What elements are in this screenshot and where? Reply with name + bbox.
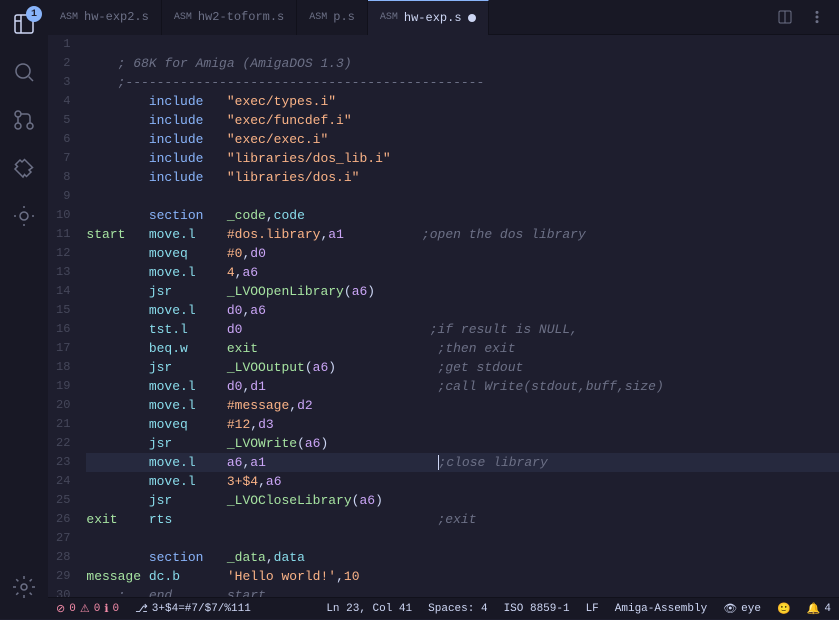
status-feedback[interactable]: 🙂 [769, 598, 799, 620]
eol-text: LF [586, 603, 599, 615]
code-line-25: jsr _LVOCloseLibrary(a6) [86, 491, 839, 510]
code-line-28: section _data,data [86, 548, 839, 567]
code-line-9 [86, 187, 839, 206]
status-language[interactable]: Amiga-Assembly [607, 598, 715, 620]
code-line-14: jsr _LVOOpenLibrary(a6) [86, 282, 839, 301]
code-line-26: exit rts ;exit [86, 510, 839, 529]
code-line-1 [86, 35, 839, 54]
code-line-5: include "exec/funcdef.i" [86, 111, 839, 130]
code-line-29: message dc.b 'Hello world!',10 [86, 567, 839, 586]
status-bell[interactable]: 🔔 4 [799, 598, 839, 620]
encoding-text: ISO 8859-1 [504, 603, 570, 615]
code-line-8: include "libraries/dos.i" [86, 168, 839, 187]
code-line-11: start move.l #dos.library,a1 ;open the d… [86, 225, 839, 244]
tab-lang-hw-exp2: ASM [60, 12, 78, 23]
status-git[interactable]: ⎇ 3+$4=#7/$7/%111 [127, 598, 259, 620]
tab-ps[interactable]: ASM p.s [297, 0, 368, 35]
tab-modified-indicator [468, 14, 476, 22]
code-line-15: move.l d0,a6 [86, 301, 839, 320]
status-eye[interactable]: 👁 eye [715, 598, 769, 620]
status-errors[interactable]: ⊘ 0 ⚠ 0 ℹ 0 [48, 598, 127, 620]
code-line-12: moveq #0,d0 [86, 244, 839, 263]
activity-extensions[interactable] [0, 144, 48, 192]
error-count: 0 [69, 603, 76, 615]
split-editor-button[interactable] [771, 3, 799, 31]
tab-actions [771, 3, 839, 31]
warning-count: 0 [94, 603, 101, 615]
code-line-2: ; 68K for Amiga (AmigaDOS 1.3) [86, 54, 839, 73]
code-line-18: jsr _LVOOutput(a6) ;get stdout [86, 358, 839, 377]
editor-area: 1 2 3 4 5 6 7 8 9 10 11 12 13 14 15 16 1… [48, 35, 839, 597]
git-branch: 3+$4=#7/$7/%111 [152, 603, 251, 615]
code-line-23: move.l a6,a1 ;close library [86, 453, 839, 472]
eye-icon: 👁 [723, 602, 737, 616]
status-bar: ⊘ 0 ⚠ 0 ℹ 0 ⎇ 3+$4=#7/$7/%111 Ln 23, Col… [48, 597, 839, 619]
tab-hw-exp[interactable]: ASM hw-exp.s [368, 0, 489, 35]
code-line-16: tst.l d0 ;if result is NULL, [86, 320, 839, 339]
tab-hw-exp2[interactable]: ASM hw-exp2.s [48, 0, 162, 35]
main-layout: ASM hw-exp2.s ASM hw2-toform.s ASM p.s A… [48, 0, 839, 619]
feedback-icon: 🙂 [777, 602, 791, 616]
position-text: Ln 23, Col 41 [326, 603, 412, 615]
tab-label-ps: p.s [333, 10, 355, 24]
bell-count: 4 [824, 603, 831, 615]
status-encoding[interactable]: ISO 8859-1 [496, 598, 578, 620]
tab-label-hw2-toform: hw2-toform.s [198, 10, 284, 24]
code-line-22: jsr _LVOWrite(a6) [86, 434, 839, 453]
status-position[interactable]: Ln 23, Col 41 [318, 598, 420, 620]
code-line-3: ;---------------------------------------… [86, 73, 839, 92]
code-line-6: include "exec/exec.i" [86, 130, 839, 149]
more-actions-button[interactable] [803, 3, 831, 31]
status-right: Ln 23, Col 41 Spaces: 4 ISO 8859-1 LF Am… [318, 598, 839, 620]
activity-settings[interactable] [0, 563, 48, 611]
status-left: ⊘ 0 ⚠ 0 ℹ 0 ⎇ 3+$4=#7/$7/%111 [48, 598, 259, 620]
code-line-19: move.l d0,d1 ;call Write(stdout,buff,siz… [86, 377, 839, 396]
tab-lang-hw2-toform: ASM [174, 12, 192, 23]
explorer-badge: 1 [26, 6, 42, 22]
code-line-13: move.l 4,a6 [86, 263, 839, 282]
code-line-7: include "libraries/dos_lib.i" [86, 149, 839, 168]
tab-label-hw-exp: hw-exp.s [404, 11, 462, 25]
code-line-24: move.l 3+$4,a6 [86, 472, 839, 491]
activity-bar: 1 [0, 0, 48, 619]
code-line-30: ; end start [86, 586, 839, 597]
status-eol[interactable]: LF [578, 598, 607, 620]
tab-lang-ps: ASM [309, 12, 327, 23]
git-icon: ⎇ [135, 602, 148, 616]
code-line-4: include "exec/types.i" [86, 92, 839, 111]
warning-icon: ⚠ [80, 602, 90, 616]
tab-bar: ASM hw-exp2.s ASM hw2-toform.s ASM p.s A… [48, 0, 839, 35]
activity-explorer[interactable]: 1 [0, 0, 48, 48]
code-line-27 [86, 529, 839, 548]
activity-git[interactable] [0, 96, 48, 144]
activity-search[interactable] [0, 48, 48, 96]
spaces-text: Spaces: 4 [428, 603, 487, 615]
info-count: 0 [113, 603, 120, 615]
code-line-21: moveq #12,d3 [86, 415, 839, 434]
line-numbers: 1 2 3 4 5 6 7 8 9 10 11 12 13 14 15 16 1… [48, 35, 82, 597]
info-icon: ℹ [104, 602, 108, 616]
code-line-20: move.l #message,d2 [86, 396, 839, 415]
error-icon: ⊘ [56, 602, 65, 616]
code-editor[interactable]: ; 68K for Amiga (AmigaDOS 1.3) ;--------… [82, 35, 839, 597]
bell-icon: 🔔 [807, 602, 821, 616]
tab-hw2-toform[interactable]: ASM hw2-toform.s [162, 0, 297, 35]
language-text: Amiga-Assembly [615, 603, 707, 615]
eye-label: eye [741, 603, 761, 615]
activity-remote[interactable] [0, 192, 48, 240]
status-spaces[interactable]: Spaces: 4 [420, 598, 495, 620]
tab-lang-hw-exp: ASM [380, 12, 398, 23]
tab-label-hw-exp2: hw-exp2.s [84, 10, 149, 24]
code-line-10: section _code,code [86, 206, 839, 225]
code-line-17: beq.w exit ;then exit [86, 339, 839, 358]
